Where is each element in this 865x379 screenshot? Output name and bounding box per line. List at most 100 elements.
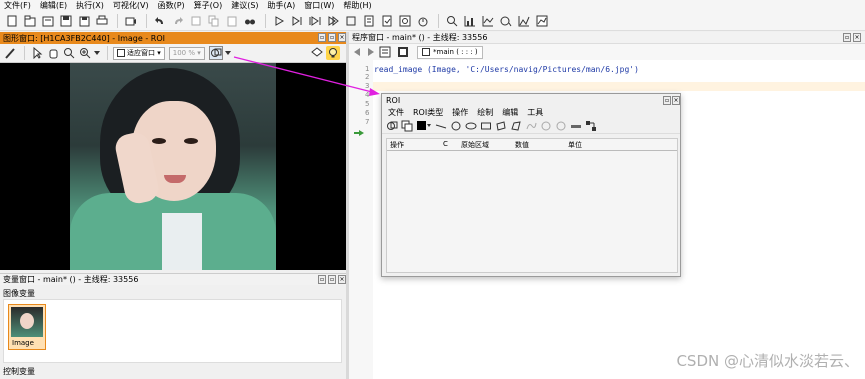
roi-column-source-region[interactable]: 原始区域 — [461, 140, 489, 150]
run-icon[interactable] — [271, 13, 287, 29]
undo-roi-icon[interactable] — [540, 120, 552, 132]
zoom-in-icon[interactable] — [78, 46, 92, 60]
timer-icon[interactable] — [415, 13, 431, 29]
menu-file[interactable]: 文件(F) — [4, 0, 31, 11]
close-window-icon[interactable]: × — [853, 33, 861, 42]
zoom-fit-combo[interactable]: 适应窗口 ▾ — [113, 46, 165, 60]
stop-icon[interactable] — [343, 13, 359, 29]
display-settings-icon[interactable] — [310, 46, 324, 60]
program-icon[interactable] — [379, 13, 395, 29]
restore-window-icon[interactable]: ▫ — [328, 275, 336, 284]
watermark: CSDN @心清似水淡若云、 — [676, 352, 859, 370]
roi-tool-icon[interactable] — [208, 46, 223, 60]
roi-settings-icon[interactable] — [585, 120, 597, 132]
draw-rectangle-icon[interactable] — [480, 120, 492, 132]
draw-ellipse-icon[interactable] — [465, 120, 477, 132]
gray-histogram-icon[interactable] — [498, 13, 514, 29]
variable-window-title: 变量窗口 - main* () - 主线程: 33556 ▫ ▫ × — [0, 273, 346, 285]
pan-hand-icon[interactable] — [46, 46, 60, 60]
close-window-icon[interactable]: × — [672, 96, 680, 105]
draw-freehand-icon[interactable] — [525, 120, 537, 132]
menu-assistants[interactable]: 助手(A) — [268, 0, 296, 11]
step-out-icon[interactable] — [325, 13, 341, 29]
settings-icon[interactable] — [397, 13, 413, 29]
menu-help[interactable]: 帮助(H) — [343, 0, 371, 11]
pointer-icon[interactable] — [30, 46, 44, 60]
roi-column-c[interactable]: C — [443, 140, 448, 148]
delete-roi-icon[interactable] — [570, 120, 582, 132]
record-icon[interactable] — [123, 13, 139, 29]
roi-column-operation[interactable]: 操作 — [390, 140, 404, 150]
roi-difference-icon[interactable] — [401, 120, 413, 132]
save-all-icon[interactable] — [76, 13, 92, 29]
redo-roi-icon[interactable] — [555, 120, 567, 132]
roi-column-unit[interactable]: 单位 — [568, 140, 582, 150]
histogram-icon[interactable] — [462, 13, 478, 29]
back-arrow-icon[interactable] — [353, 44, 363, 60]
menu-visualize[interactable]: 可视化(V) — [113, 0, 149, 11]
restore-window-icon[interactable]: ▫ — [328, 33, 336, 42]
draw-circle-icon[interactable] — [450, 120, 462, 132]
toolbar-separator — [117, 13, 118, 28]
graphics-canvas[interactable] — [0, 63, 346, 270]
undo-icon[interactable] — [152, 13, 168, 29]
restore-window-icon[interactable]: ▫ — [663, 96, 671, 105]
roi-menu-draw[interactable]: 绘制 — [477, 107, 493, 118]
toolbar-separator — [146, 13, 147, 28]
float-window-icon[interactable]: ▫ — [318, 275, 326, 284]
open-file-icon[interactable] — [22, 13, 38, 29]
copy-icon[interactable] — [206, 13, 222, 29]
paste-icon[interactable] — [224, 13, 240, 29]
chevron-down-icon[interactable] — [224, 46, 231, 60]
roi-menu-roi-type[interactable]: ROI类型 — [413, 107, 443, 118]
cut-icon[interactable] — [188, 13, 204, 29]
save-icon[interactable] — [58, 13, 74, 29]
procedure-list-icon[interactable] — [377, 44, 393, 60]
lightbulb-icon[interactable] — [326, 46, 340, 60]
menu-window[interactable]: 窗口(W) — [304, 0, 334, 11]
forward-arrow-icon[interactable] — [365, 44, 375, 60]
roi-union-icon[interactable] — [386, 120, 398, 132]
menu-operators[interactable]: 算子(O) — [194, 0, 223, 11]
float-window-icon[interactable]: ▫ — [318, 33, 326, 42]
line-profile-icon[interactable] — [480, 13, 496, 29]
image-variable-thumbnail[interactable]: Image — [8, 304, 46, 350]
feature-inspection-icon[interactable] — [534, 13, 550, 29]
code-line-1[interactable]: read_image (Image, 'C:/Users/navig/Pictu… — [374, 65, 639, 74]
float-window-icon[interactable]: ▫ — [843, 33, 851, 42]
line-number: 2 — [365, 73, 370, 81]
find-icon[interactable] — [242, 13, 258, 29]
roi-menu-operation[interactable]: 操作 — [452, 107, 468, 118]
clear-brush-icon[interactable] — [3, 46, 17, 60]
menu-edit[interactable]: 编辑(E) — [40, 0, 67, 11]
chevron-down-icon[interactable] — [94, 46, 100, 60]
magnifier-icon[interactable] — [62, 46, 76, 60]
redo-icon[interactable] — [170, 13, 186, 29]
close-window-icon[interactable]: × — [338, 33, 346, 42]
roi-color-icon[interactable] — [416, 120, 432, 132]
roi-menu-tools[interactable]: 工具 — [527, 107, 543, 118]
menu-suggestions[interactable]: 建议(S) — [231, 0, 258, 11]
tab-main[interactable]: *main ( : : : ) — [417, 45, 483, 59]
feature-histogram-icon[interactable] — [516, 13, 532, 29]
tab-main-label: *main ( : : : ) — [433, 48, 478, 56]
step-over-icon[interactable] — [289, 13, 305, 29]
roi-menu-edit[interactable]: 编辑 — [502, 107, 518, 118]
draw-rotated-rectangle-icon[interactable] — [495, 120, 507, 132]
print-icon[interactable] — [94, 13, 110, 29]
roi-column-value[interactable]: 数值 — [515, 140, 529, 150]
procedure-image-icon[interactable] — [395, 44, 411, 60]
roi-menu-file[interactable]: 文件 — [388, 107, 404, 118]
new-file-icon[interactable] — [4, 13, 20, 29]
open-program-icon[interactable] — [40, 13, 56, 29]
menu-execute[interactable]: 执行(X) — [76, 0, 104, 11]
line-number: 6 — [365, 109, 370, 117]
menu-procedures[interactable]: 函数(P) — [158, 0, 185, 11]
draw-line-icon[interactable] — [435, 120, 447, 132]
reset-program-icon[interactable] — [361, 13, 377, 29]
step-into-icon[interactable] — [307, 13, 323, 29]
close-window-icon[interactable]: × — [338, 275, 346, 284]
search-icon[interactable] — [444, 13, 460, 29]
zoom-percent-combo[interactable]: 100 % ▾ — [168, 46, 205, 60]
draw-polygon-icon[interactable] — [510, 120, 522, 132]
